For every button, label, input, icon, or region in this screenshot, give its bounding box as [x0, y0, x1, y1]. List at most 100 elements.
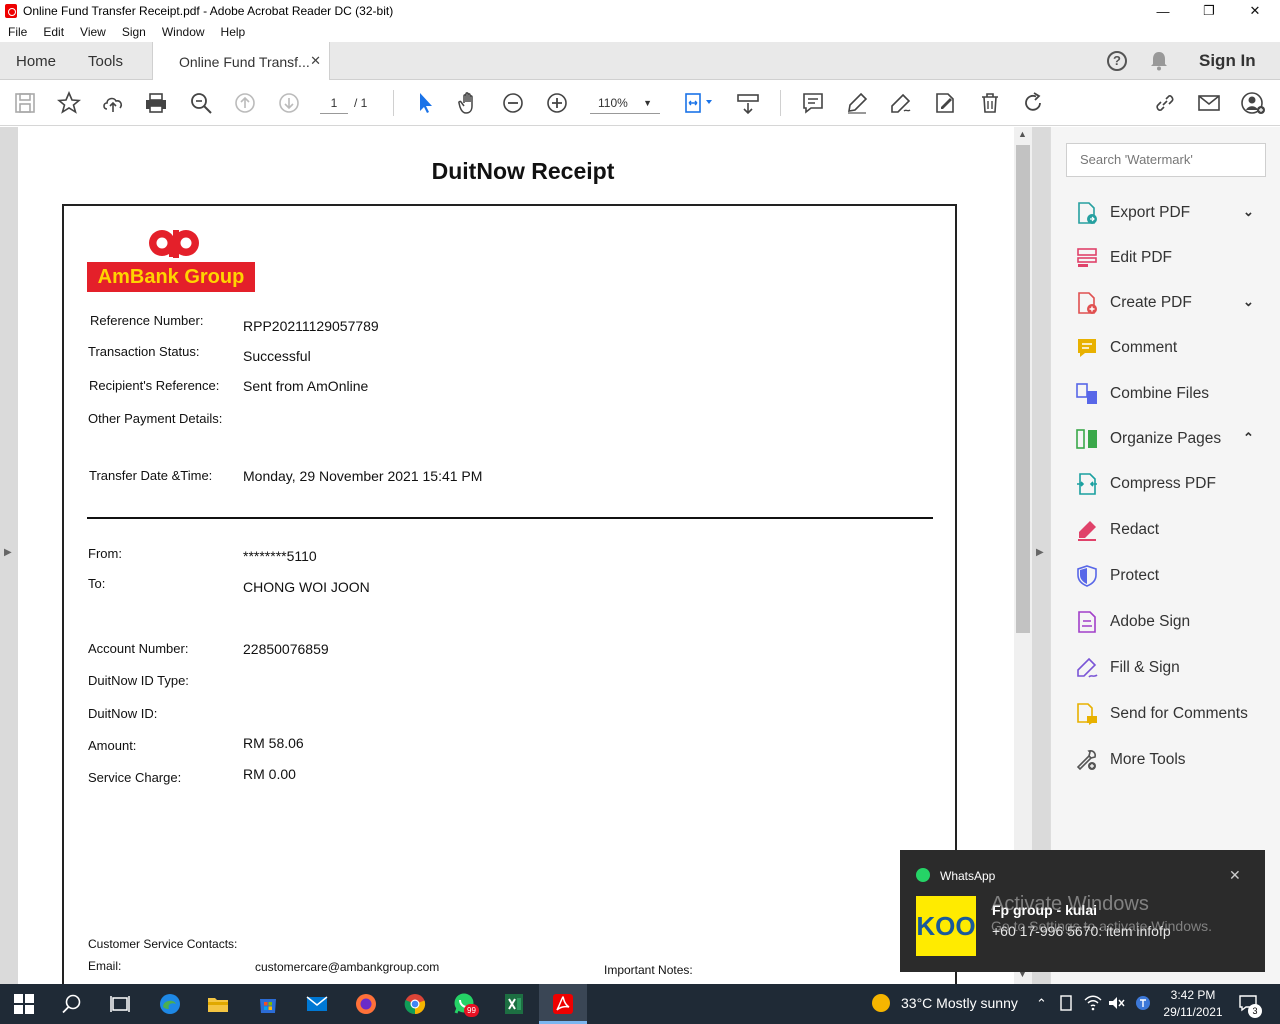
- receipt-title: DuitNow Receipt: [431, 158, 615, 184]
- highlight-pen-icon[interactable]: [844, 90, 870, 116]
- left-panel-toggle-icon[interactable]: ▶: [4, 547, 12, 558]
- tab-document-label: Online Fund Transf...: [179, 53, 310, 70]
- print-icon[interactable]: [143, 90, 169, 116]
- close-notification-icon[interactable]: ✕: [1229, 867, 1241, 884]
- right-panel-toggle-icon[interactable]: ▶: [1036, 547, 1044, 558]
- close-window-button[interactable]: ✕: [1232, 0, 1278, 22]
- tab-document[interactable]: Online Fund Transf... ✕: [152, 42, 330, 81]
- receipt-frame: AmBank Group Reference Number: RPP202111…: [62, 204, 957, 984]
- tool-send-for-comments[interactable]: Send for Comments: [1075, 699, 1275, 729]
- tool-label: Compress PDF: [1110, 475, 1216, 492]
- zoom-out-icon[interactable]: [500, 90, 526, 116]
- hand-tool-icon[interactable]: [456, 90, 482, 116]
- tool-label: Adobe Sign: [1110, 613, 1191, 630]
- delete-trash-icon[interactable]: [977, 90, 1003, 116]
- wifi-icon[interactable]: [1084, 995, 1102, 1011]
- close-tab-icon[interactable]: ✕: [310, 53, 321, 69]
- input-method-icon[interactable]: [1135, 995, 1151, 1011]
- tool-redact[interactable]: Redact: [1075, 515, 1275, 545]
- tool-comment[interactable]: Comment: [1075, 333, 1275, 363]
- tool-organize-pages[interactable]: Organize Pages ⌃: [1075, 424, 1275, 454]
- search-icon[interactable]: [60, 992, 84, 1016]
- tools-search-input[interactable]: Search 'Watermark': [1066, 143, 1266, 177]
- scrollbar-thumb[interactable]: [1016, 145, 1030, 633]
- page-number-input[interactable]: 1: [320, 92, 348, 114]
- zoom-in-icon[interactable]: [544, 90, 570, 116]
- tool-fill-sign[interactable]: Fill & Sign: [1075, 653, 1275, 683]
- comment-icon[interactable]: [800, 90, 826, 116]
- menu-window[interactable]: Window: [154, 25, 213, 39]
- recipient-reference-value: Sent from AmOnline: [243, 378, 369, 394]
- document-view[interactable]: ▶ DuitNow Receipt AmBank Group Reference…: [0, 127, 1050, 984]
- tool-combine-files[interactable]: Combine Files: [1075, 379, 1275, 409]
- zoom-level-value: 110%: [598, 96, 628, 110]
- bookmark-star-icon[interactable]: [56, 90, 82, 116]
- create-pdf-icon: [1078, 292, 1097, 314]
- tool-create-pdf[interactable]: Create PDF ⌄: [1075, 288, 1275, 318]
- share-link-icon[interactable]: [1152, 90, 1178, 116]
- chevron-up-icon[interactable]: ⌃: [1036, 996, 1047, 1012]
- tab-tools[interactable]: Tools: [88, 42, 123, 80]
- tool-adobe-sign[interactable]: Adobe Sign: [1075, 607, 1275, 637]
- edge-browser-icon[interactable]: [158, 992, 182, 1016]
- maximize-button[interactable]: ❐: [1186, 0, 1232, 22]
- next-page-icon[interactable]: [276, 90, 302, 116]
- save-icon[interactable]: [12, 90, 38, 116]
- chevron-up-icon[interactable]: ⌃: [1243, 430, 1254, 446]
- customer-service-label: Customer Service Contacts:: [88, 937, 238, 951]
- file-explorer-icon[interactable]: [206, 992, 230, 1016]
- tool-more-tools[interactable]: More Tools: [1075, 745, 1275, 775]
- device-icon[interactable]: [1058, 994, 1074, 1012]
- email-icon[interactable]: [1196, 90, 1222, 116]
- menu-sign[interactable]: Sign: [114, 25, 154, 39]
- scroll-up-icon[interactable]: ▲: [1018, 129, 1027, 139]
- zoom-level-dropdown[interactable]: 110% ▼: [590, 92, 660, 114]
- from-value: ********5110: [243, 548, 317, 564]
- firefox-icon[interactable]: [354, 992, 378, 1016]
- menu-file[interactable]: File: [0, 25, 35, 39]
- tool-edit-pdf[interactable]: Edit PDF: [1075, 243, 1275, 273]
- clock-time: 3:42 PM: [1170, 988, 1216, 1002]
- previous-page-icon[interactable]: [232, 90, 258, 116]
- acrobat-reader-icon[interactable]: [551, 992, 575, 1016]
- add-user-icon[interactable]: [1240, 90, 1266, 116]
- menu-help[interactable]: Help: [213, 25, 254, 39]
- mail-icon[interactable]: [305, 992, 329, 1016]
- compress-pdf-icon: [1077, 473, 1097, 495]
- upload-cloud-icon[interactable]: [100, 90, 126, 116]
- system-clock[interactable]: 3:42 PM 29/11/2021: [1163, 987, 1223, 1021]
- select-cursor-icon[interactable]: [412, 90, 438, 116]
- rotate-icon[interactable]: [1020, 90, 1046, 116]
- microsoft-store-icon[interactable]: [256, 992, 280, 1016]
- edit-document-icon[interactable]: [932, 90, 958, 116]
- chevron-down-icon[interactable]: ⌄: [1243, 204, 1254, 220]
- from-label: From:: [88, 546, 122, 561]
- adobe-sign-icon: [1078, 611, 1096, 633]
- help-icon[interactable]: ?: [1107, 51, 1127, 71]
- weather-widget[interactable]: 33°C Mostly sunny: [872, 994, 1018, 1012]
- menu-bar: File Edit View Sign Window Help: [0, 22, 1280, 42]
- excel-icon[interactable]: [502, 992, 526, 1016]
- tool-compress-pdf[interactable]: Compress PDF: [1075, 469, 1275, 499]
- draw-pen-icon[interactable]: [888, 90, 914, 116]
- tab-home[interactable]: Home: [16, 42, 56, 80]
- volume-muted-icon[interactable]: [1107, 995, 1125, 1011]
- tool-export-pdf[interactable]: Export PDF ⌄: [1075, 198, 1275, 228]
- sign-in-button[interactable]: Sign In: [1199, 51, 1256, 71]
- tool-protect[interactable]: Protect: [1075, 561, 1275, 591]
- minimize-button[interactable]: —: [1140, 0, 1186, 22]
- tool-label: Comment: [1110, 339, 1178, 356]
- fit-page-icon[interactable]: [680, 90, 716, 116]
- tool-label: Combine Files: [1110, 385, 1210, 402]
- group-avatar: KOO: [916, 896, 976, 956]
- scroll-mode-icon[interactable]: [735, 90, 761, 116]
- to-label: To:: [88, 576, 106, 591]
- menu-view[interactable]: View: [72, 25, 114, 39]
- zoom-search-icon[interactable]: [188, 90, 214, 116]
- windows-start-icon[interactable]: [12, 992, 36, 1016]
- notification-bell-icon[interactable]: [1150, 51, 1168, 71]
- chevron-down-icon[interactable]: ⌄: [1243, 294, 1254, 310]
- menu-edit[interactable]: Edit: [35, 25, 72, 39]
- task-view-icon[interactable]: [108, 992, 132, 1016]
- chrome-icon[interactable]: [403, 992, 427, 1016]
